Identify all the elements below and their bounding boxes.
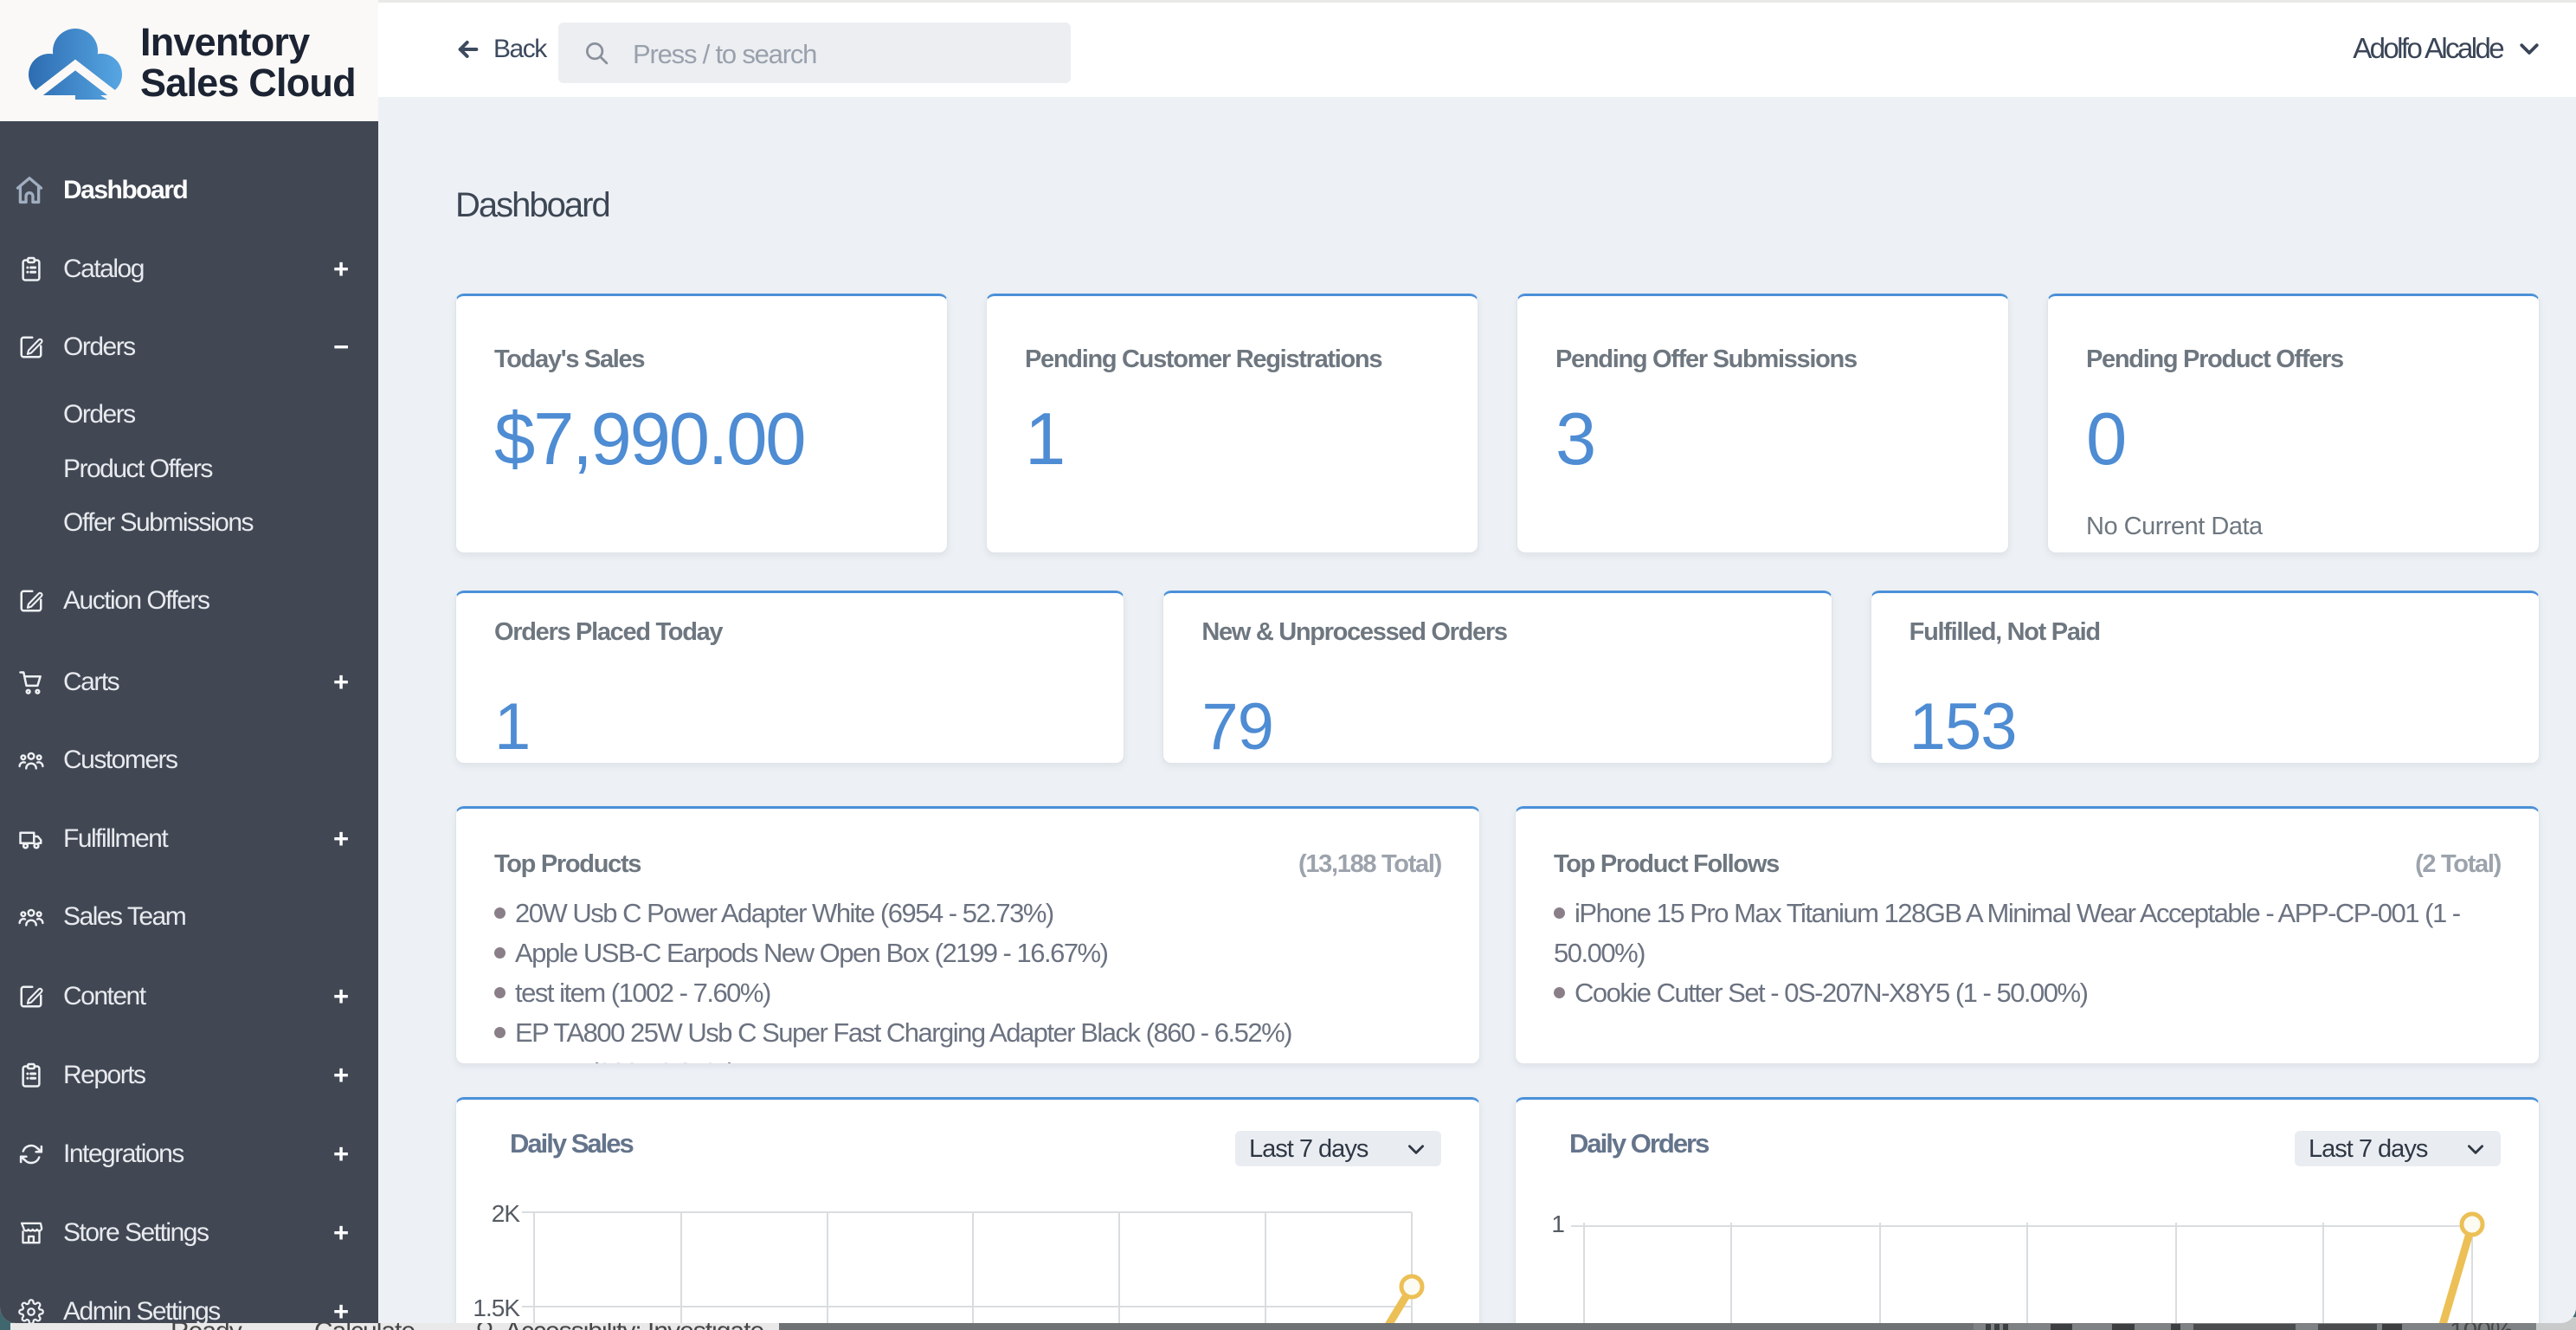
svg-text:1: 1	[1551, 1211, 1565, 1237]
svg-text:2K: 2K	[492, 1200, 521, 1227]
svg-text:1.5K: 1.5K	[473, 1294, 520, 1321]
